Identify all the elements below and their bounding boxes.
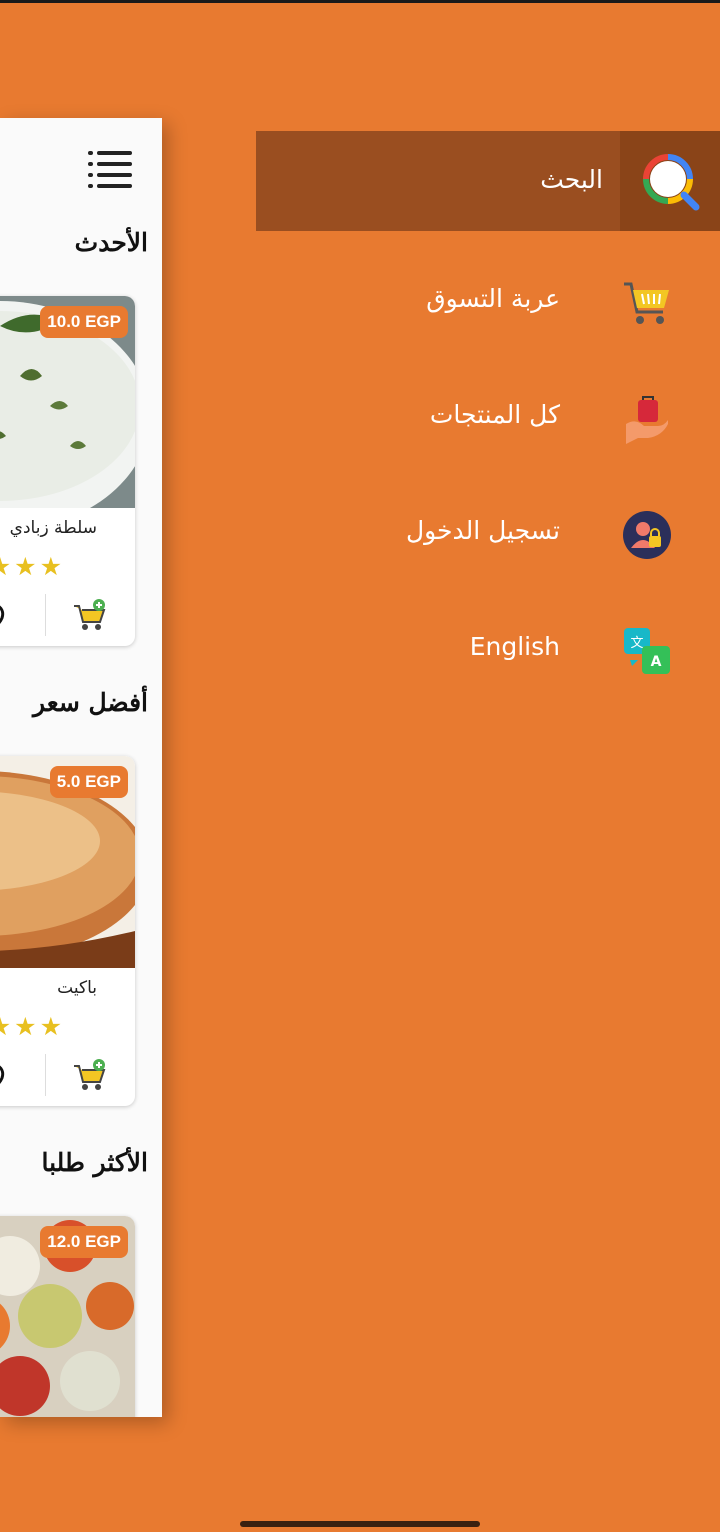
search-label: البحث	[540, 165, 603, 194]
drawer-item-label: عربة التسوق	[426, 284, 560, 313]
card-divider	[45, 594, 46, 636]
favorite-heart-icon[interactable]	[0, 1058, 12, 1092]
product-card[interactable]: 10.0 EGP سلطة زبادي ★★★★★	[0, 296, 135, 646]
product-card[interactable]: 12.0 EGP	[0, 1216, 135, 1417]
drawer-item-login[interactable]: تسجيل الدخول	[256, 500, 720, 570]
product-name: باكيت	[57, 978, 97, 998]
svg-text:A: A	[651, 654, 662, 670]
product-image-yogurt-salad[interactable]: 10.0 EGP	[0, 296, 135, 508]
favorite-heart-icon[interactable]	[0, 598, 12, 632]
section-title-best-price: أفضل سعر	[32, 688, 148, 717]
drawer-item-label: English	[469, 632, 560, 661]
home-indicator[interactable]	[240, 1521, 480, 1527]
drawer-item-language[interactable]: English 文 A	[256, 616, 720, 686]
translate-icon: 文 A	[624, 628, 670, 674]
section-title-most-ordered: الأكثر طلبا	[41, 1148, 148, 1177]
drawer-item-cart[interactable]: عربة التسوق	[256, 268, 720, 338]
add-to-cart-icon[interactable]	[72, 598, 108, 632]
price-badge: 5.0 EGP	[49, 766, 128, 798]
section-title-newest: الأحدث	[74, 228, 148, 257]
price-badge: 12.0 EGP	[40, 1226, 128, 1258]
product-card[interactable]: 5.0 EGP باكيت ★★★★★	[0, 756, 135, 1106]
product-name: سلطة زبادي	[9, 518, 97, 538]
svg-text:文: 文	[630, 636, 643, 651]
drawer-item-all-products[interactable]: كل المنتجات	[256, 384, 720, 454]
drawer-item-label: كل المنتجات	[429, 400, 560, 429]
drawer-search-row[interactable]: البحث	[256, 131, 720, 231]
product-image-pickles[interactable]: 12.0 EGP	[0, 1216, 135, 1417]
user-lock-icon	[623, 511, 671, 559]
shopping-cart-icon	[624, 282, 669, 324]
status-bar-line	[0, 0, 720, 3]
add-to-cart-icon[interactable]	[72, 1058, 108, 1092]
main-screen[interactable]: الأحدث 10.0 EGP سلطة زبادي ★★★★★	[0, 118, 162, 1417]
menu-list-icon[interactable]	[88, 150, 134, 190]
rating-stars: ★★★★★	[0, 552, 65, 581]
rating-stars: ★★★★★	[0, 1012, 65, 1041]
price-badge: 10.0 EGP	[40, 306, 128, 338]
drawer-item-label: تسجيل الدخول	[405, 516, 560, 545]
shopping-bag-hand-icon	[626, 396, 668, 444]
search-icon-box[interactable]	[620, 131, 720, 231]
product-image-baguette[interactable]: 5.0 EGP	[0, 756, 135, 968]
search-icon	[643, 154, 700, 211]
card-divider	[45, 1054, 46, 1096]
